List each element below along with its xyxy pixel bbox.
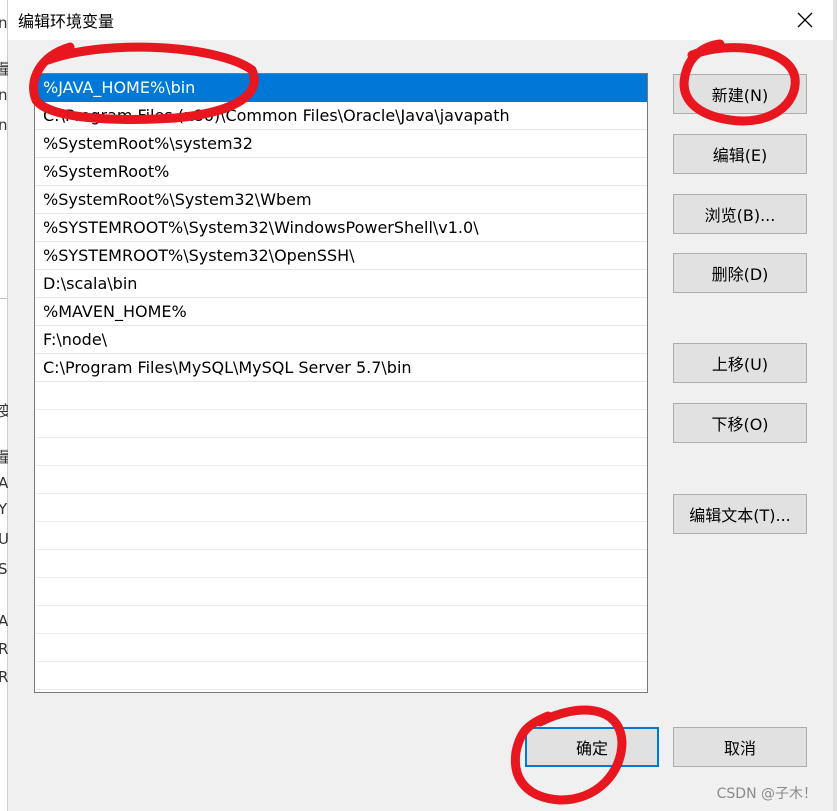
empty-list-row[interactable] xyxy=(35,410,647,438)
delete-button[interactable]: 删除(D) xyxy=(673,253,807,293)
list-item[interactable]: D:\scala\bin xyxy=(35,270,647,298)
close-button[interactable] xyxy=(785,2,825,38)
background-divider xyxy=(0,298,7,299)
empty-list-row[interactable] xyxy=(35,550,647,578)
empty-list-row[interactable] xyxy=(35,494,647,522)
background-text-fragment: n xyxy=(0,116,8,134)
list-item[interactable]: %SystemRoot% xyxy=(35,158,647,186)
empty-list-row[interactable] xyxy=(35,522,647,550)
list-item[interactable]: %SYSTEMROOT%\System32\OpenSSH\ xyxy=(35,242,647,270)
empty-list-row[interactable] xyxy=(35,662,647,690)
dialog-title: 编辑环境变量 xyxy=(18,12,115,31)
list-item[interactable]: C:\Program Files\MySQL\MySQL Server 5.7\… xyxy=(35,354,647,382)
list-item[interactable]: %JAVA_HOME%\bin xyxy=(35,74,647,102)
empty-list-row[interactable] xyxy=(35,466,647,494)
empty-list-row[interactable] xyxy=(35,438,647,466)
background-text-fragment: Y xyxy=(0,500,8,518)
move-up-button[interactable]: 上移(U) xyxy=(673,343,807,383)
list-item[interactable]: %SystemRoot%\System32\Wbem xyxy=(35,186,647,214)
watermark: CSDN @子木！ xyxy=(716,786,817,802)
background-window-edge: n 量 n n 变 量 A Y U S A R R xyxy=(0,0,13,811)
edit-environment-variable-dialog: 编辑环境变量 %JAVA_HOME%\bin C:\Program Files … xyxy=(8,0,833,811)
close-icon xyxy=(797,12,813,28)
cancel-button[interactable]: 取消 xyxy=(673,727,807,767)
list-item[interactable]: %SystemRoot%\system32 xyxy=(35,130,647,158)
empty-list-row[interactable] xyxy=(35,382,647,410)
new-button[interactable]: 新建(N) xyxy=(673,74,807,114)
list-item[interactable]: %MAVEN_HOME% xyxy=(35,298,647,326)
edit-button[interactable]: 编辑(E) xyxy=(673,134,807,174)
empty-list-row[interactable] xyxy=(35,606,647,634)
ok-button[interactable]: 确定 xyxy=(525,727,659,767)
list-item[interactable]: C:\Program Files (x86)\Common Files\Orac… xyxy=(35,102,647,130)
list-item[interactable]: F:\node\ xyxy=(35,326,647,354)
edit-text-button[interactable]: 编辑文本(T)... xyxy=(673,494,807,534)
empty-list-row[interactable] xyxy=(35,634,647,662)
browse-button[interactable]: 浏览(B)... xyxy=(673,194,807,234)
path-list[interactable]: %JAVA_HOME%\bin C:\Program Files (x86)\C… xyxy=(34,73,648,693)
move-down-button[interactable]: 下移(O) xyxy=(673,403,807,443)
background-text-fragment: n xyxy=(0,86,8,104)
background-text-fragment: S xyxy=(0,560,8,578)
background-text-fragment: n xyxy=(0,14,8,32)
title-bar[interactable]: 编辑环境变量 xyxy=(8,0,833,40)
background-window-edge-right xyxy=(833,0,837,811)
empty-list-row[interactable] xyxy=(35,578,647,606)
list-item[interactable]: %SYSTEMROOT%\System32\WindowsPowerShell\… xyxy=(35,214,647,242)
